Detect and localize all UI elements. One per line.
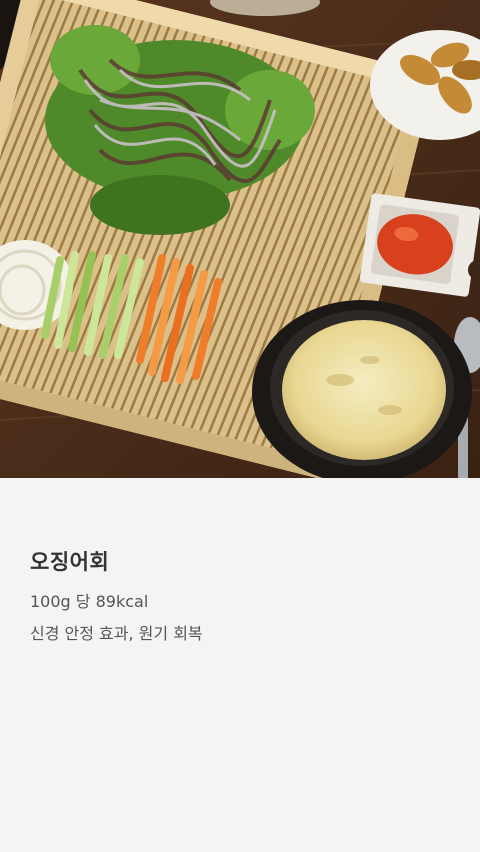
food-detail-screen: 오징어회 100g 당 89kcal 신경 안정 효과, 원기 회복	[0, 0, 480, 852]
benefit-text: 신경 안정 효과, 원기 회복	[30, 624, 203, 643]
food-info-panel: 오징어회 100g 당 89kcal 신경 안정 효과, 원기 회복	[0, 478, 480, 852]
calorie-text: 100g 당 89kcal	[30, 592, 149, 611]
food-title: 오징어회	[30, 550, 110, 574]
food-photo	[0, 0, 480, 478]
